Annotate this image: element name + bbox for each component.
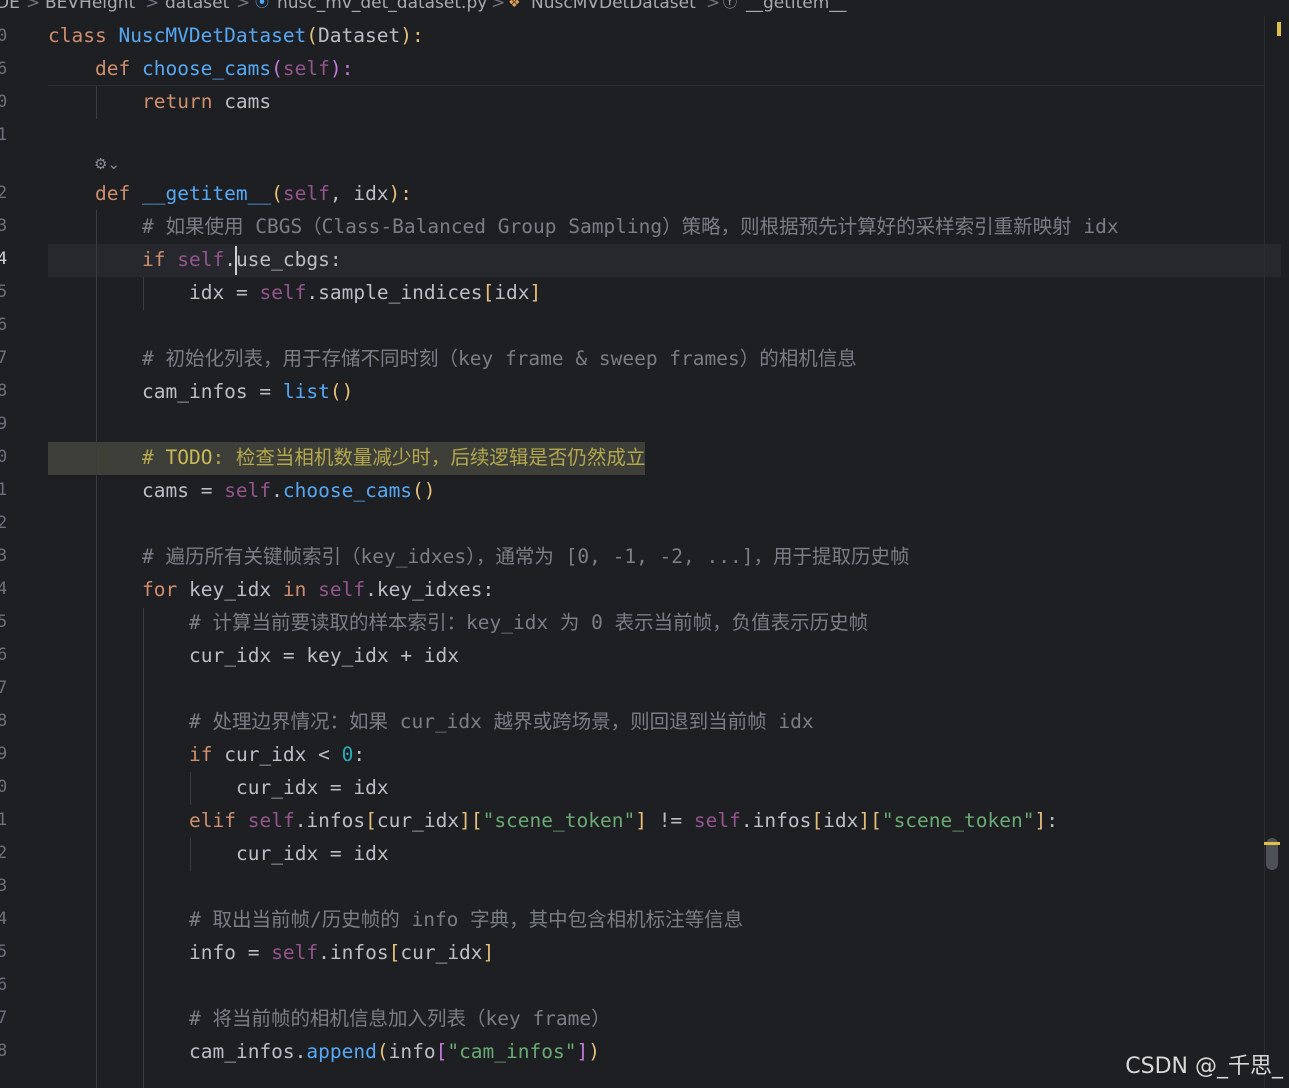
code-line[interactable]: cam_infos = list() [142,375,353,408]
code-line-current[interactable]: if self.use_cbgs: [142,243,342,276]
code-comment[interactable]: # 初始化列表，用于存储不同时刻（key frame & sweep frame… [142,342,857,375]
code-line[interactable]: class NuscMVDetDataset(Dataset): [48,19,424,52]
breadcrumb-separator: > [145,0,160,13]
code-line[interactable]: cams = self.choose_cams() [142,474,436,507]
code-line[interactable]: def choose_cams(self): [95,52,353,85]
breadcrumb-item-root[interactable]: DE [0,0,20,12]
code-comment[interactable]: # 如果使用 CBGS（Class-Balanced Group Samplin… [142,210,1119,243]
code-comment[interactable]: # 将当前帧的相机信息加入列表（key frame） [189,1002,611,1035]
breadcrumb-item-folder[interactable]: dataset [165,0,229,12]
indent-guide [143,277,144,310]
python-file-icon: ⦿ [255,0,269,11]
breadcrumb-separator: > [491,0,506,13]
indent-guide [190,838,191,871]
code-todo-comment[interactable]: # TODO: 检查当相机数量减少时，后续逻辑是否仍然成立 [142,441,645,474]
scrollbar-divider [1264,16,1265,1088]
code-comment[interactable]: # 计算当前要读取的样本索引：key_idx 为 0 表示当前帧，负值表示历史帧 [189,606,868,639]
breadcrumb-separator: > [26,0,41,13]
code-line[interactable]: for key_idx in self.key_idxes: [142,573,494,606]
text-caret [235,246,237,275]
code-line[interactable]: def __getitem__(self, idx): [95,177,412,210]
class-icon: ❖ [508,0,521,11]
breadcrumb-separator: > [706,0,721,13]
code-line[interactable]: info = self.infos[cur_idx] [189,936,494,969]
code-line[interactable]: elif self.infos[cur_idx]["scene_token"] … [189,804,1058,837]
breadcrumb-item-function[interactable]: __getitem__ [746,0,846,12]
breadcrumb-item-project[interactable]: BEVHeight [45,0,135,12]
code-line[interactable]: idx = self.sample_indices[idx] [189,276,541,309]
breadcrumb-item-file[interactable]: nusc_mv_det_dataset.py [277,0,487,12]
code-line[interactable]: cur_idx = key_idx + idx [189,639,459,672]
breadcrumb: DE > BEVHeight > dataset > ⦿ nusc_mv_det… [0,0,1289,16]
indent-guide [143,608,144,1088]
watermark: CSDN @_千思_ [1125,1054,1283,1079]
indent-guide [96,86,97,119]
code-line[interactable]: return cams [142,85,271,118]
code-editor[interactable]: class NuscMVDetDataset(Dataset): def cho… [0,16,1281,1088]
code-vision-icon[interactable]: ⚙⌄ [94,155,120,173]
indent-guide [96,210,97,1088]
todo-marker[interactable] [1264,842,1280,845]
code-line[interactable]: if cur_idx < 0: [189,738,365,771]
function-icon: ⓕ [723,0,737,11]
code-comment[interactable]: # 遍历所有关键帧索引（key_idxes），通常为 [0, -1, -2, .… [142,540,909,573]
code-comment[interactable]: # 取出当前帧/历史帧的 info 字典，其中包含相机标注等信息 [189,903,743,936]
breadcrumb-item-class[interactable]: NuscMVDetDataset [531,0,696,12]
breadcrumb-separator: > [236,0,251,13]
code-line[interactable]: cur_idx = idx [236,837,389,870]
warning-marker[interactable] [1277,22,1281,36]
indent-guide [190,772,191,805]
code-line[interactable]: cam_infos.append(info["cam_infos"]) [189,1035,600,1068]
code-line[interactable]: cur_idx = idx [236,771,389,804]
code-comment[interactable]: # 处理边界情况：如果 cur_idx 越界或跨场景，则回退到当前帧 idx [189,705,814,738]
